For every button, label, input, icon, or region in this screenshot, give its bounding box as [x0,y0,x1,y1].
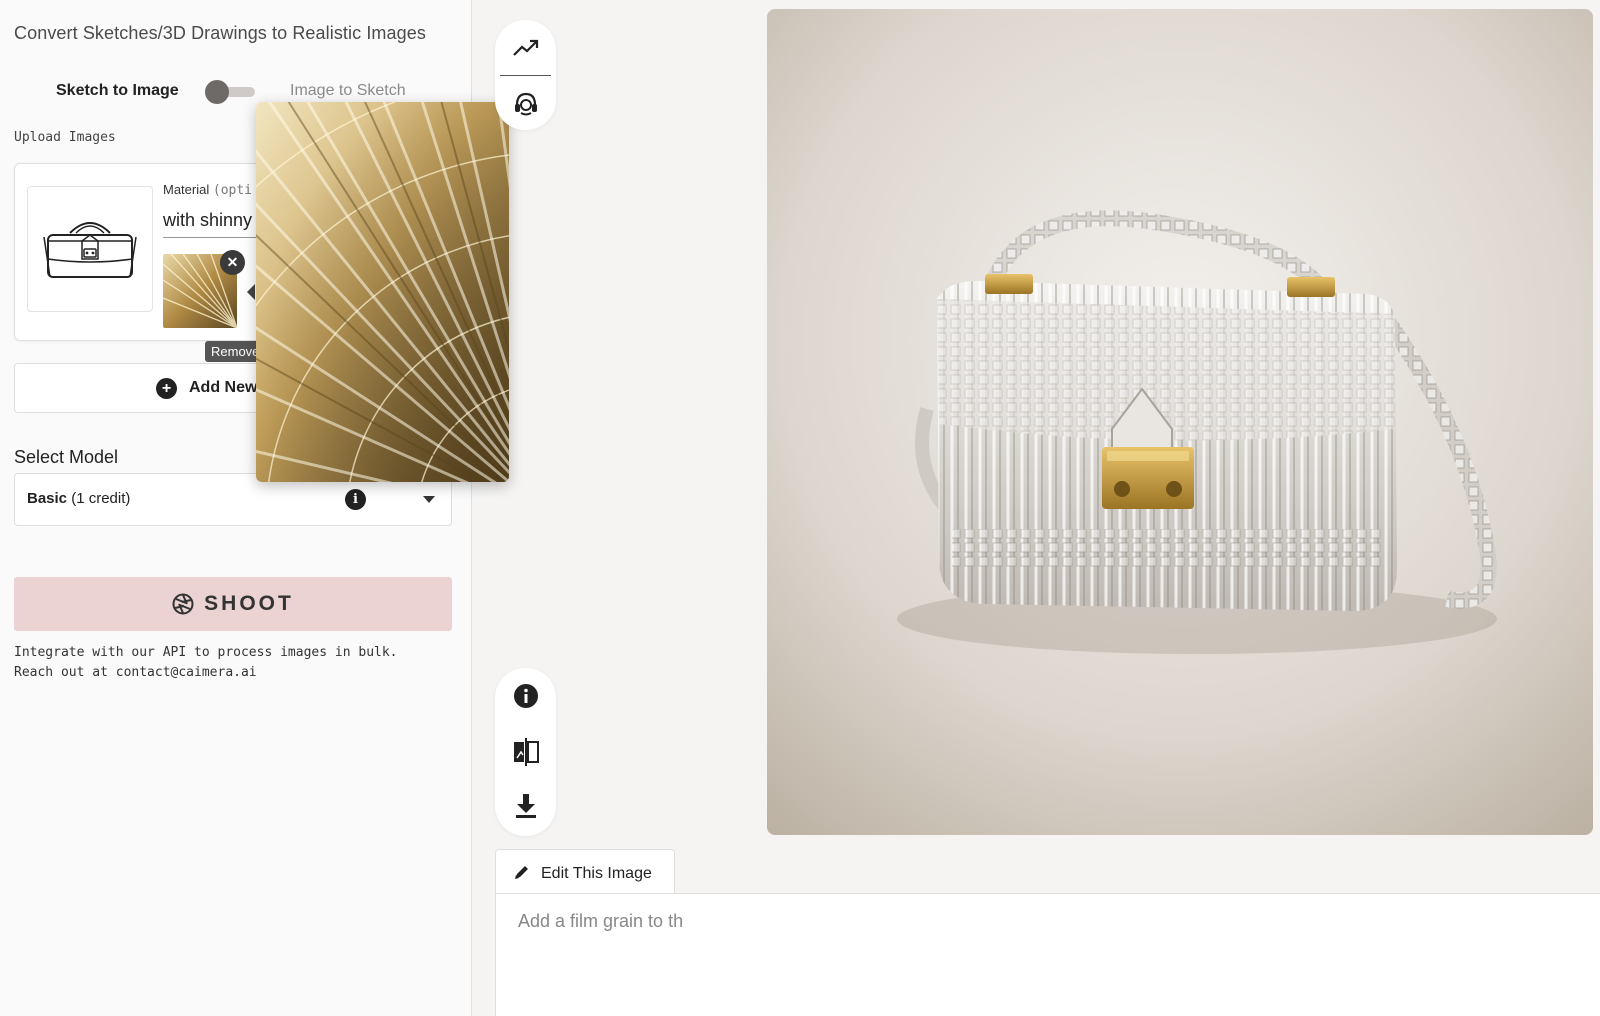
upload-section-label: Upload Images [14,130,116,145]
api-note: Integrate with our API to process images… [14,643,398,683]
edit-tab-label: Edit This Image [541,865,652,882]
tab-edit-image[interactable]: Edit This Image [495,849,675,895]
pencil-icon [515,866,528,879]
bottom-tool-rail [495,668,556,836]
compare-button[interactable] [512,738,540,766]
api-note-line2: Reach out at contact@caimera.ai [14,665,257,680]
crystal-handbag-photo [767,9,1593,835]
mode-toggle[interactable] [205,80,257,104]
popover-caret [247,284,255,300]
result-image[interactable] [767,9,1593,835]
select-model-label: Select Model [14,447,119,467]
download-button[interactable] [512,792,540,820]
aperture-icon [172,593,194,615]
trend-icon [513,39,539,56]
chandelier-preview-image [256,102,509,482]
sketch-thumbnail[interactable] [27,186,153,312]
page-title: Convert Sketches/3D Drawings to Realisti… [14,23,426,43]
app-root: Convert Sketches/3D Drawings to Realisti… [0,0,1600,1016]
material-label: Material (opti [163,182,252,198]
info-icon[interactable]: i [345,489,366,510]
top-tool-rail [495,20,556,130]
edit-prompt-area[interactable]: Add a film grain to th [495,893,1600,1016]
toggle-knob[interactable] [205,80,229,104]
material-label-text: Material [163,182,210,197]
add-new-label: Add New [189,379,258,396]
support-button[interactable] [512,90,540,118]
rail-divider [500,75,551,76]
plus-circle-icon: + [156,378,177,399]
support-headset-icon [515,92,537,116]
remove-image-button[interactable]: ✕ [220,250,245,275]
chevron-down-icon[interactable] [423,496,435,503]
material-optional-text: (opti [212,183,253,198]
handbag-sketch-icon [43,222,137,278]
material-preview-popover [256,102,509,482]
model-name: Basic [27,490,68,507]
info-icon [514,684,538,708]
shoot-button[interactable]: SHOOT [14,577,452,631]
shoot-label: SHOOT [204,592,294,615]
api-note-line1: Integrate with our API to process images… [14,645,398,660]
trend-button[interactable] [512,34,540,62]
model-cost: (1 credit) [71,490,131,507]
mode-image-to-sketch[interactable]: Image to Sketch [290,82,406,100]
compare-icon [514,738,539,766]
mode-sketch-to-image[interactable]: Sketch to Image [56,82,179,100]
image-info-button[interactable] [512,682,540,710]
edit-prompt-input[interactable]: Add a film grain to th [518,911,683,932]
model-selected-value: Basic (1 credit) [27,490,130,507]
download-icon [516,794,536,818]
